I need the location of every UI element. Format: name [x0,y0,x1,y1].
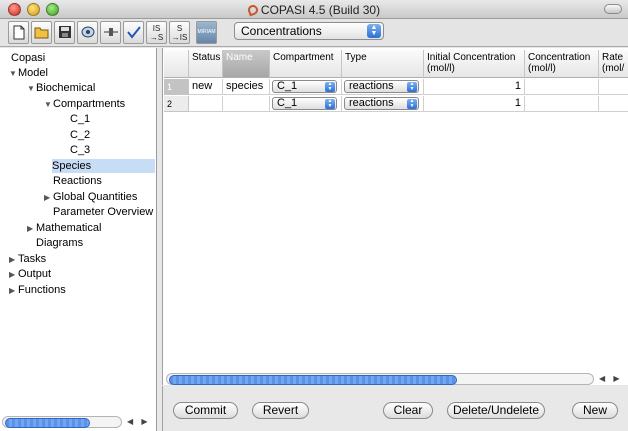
cell-compartment[interactable]: C_1 ▲ ▼ [270,96,342,112]
tree-item-parameter-overview[interactable]: Parameter Overview [53,205,153,219]
compartment-select[interactable]: C_1 ▲ ▼ [272,97,337,110]
tree-item-mathematical[interactable]: ▶ Mathematical [27,221,101,235]
row-header[interactable]: 2 [164,96,189,112]
toolbar: IS →S S →IS MIRIAM Concentrations ▲ ▼ [0,19,628,47]
type-select[interactable]: reactions ▲ ▼ [344,80,419,93]
copasi-logo-icon [246,3,260,17]
chevron-up-down-icon: ▲ ▼ [407,82,417,92]
cell-initial-concentration[interactable]: 1 [424,79,525,95]
tree-item-c2[interactable]: C_2 [70,128,90,142]
commit-button[interactable]: Commit [173,402,238,419]
model-report-button[interactable] [77,21,98,44]
s-to-is-button[interactable]: S →IS [169,21,190,44]
check-model-button[interactable] [123,21,144,44]
model-tree: Copasi ▼Model ▼Biochemical ▼Compartments… [0,48,157,431]
cell-status[interactable]: new [189,79,223,95]
column-header-type[interactable]: Type [342,50,424,78]
window-title: COPASI 4.5 (Build 30) [0,3,628,17]
open-button[interactable] [31,21,52,44]
slider-button[interactable] [100,21,121,44]
tree-item-functions[interactable]: ▶ Functions [9,283,66,297]
cell-rate[interactable] [599,96,628,112]
tree-item-species[interactable]: Species [52,159,155,173]
tree-item-biochemical[interactable]: ▼Biochemical [27,81,95,95]
scroll-track[interactable] [166,373,594,385]
save-icon [58,26,71,38]
tree-item-diagrams[interactable]: Diagrams [36,236,83,250]
s-to-is-icon: S [176,24,183,33]
new-file-button[interactable] [8,21,29,44]
column-header-name[interactable]: Name [223,50,270,78]
tree-item-reactions[interactable]: Reactions [53,174,102,188]
tree-horizontal-scrollbar[interactable]: ◀ ▶ [2,416,154,428]
cell-name[interactable] [223,96,270,112]
open-folder-icon [34,27,48,39]
button-bar: Commit Revert Clear Delete/Undelete New [162,386,628,431]
compartment-select[interactable]: C_1 ▲ ▼ [272,80,337,93]
chevron-up-down-icon: ▲ ▼ [367,24,381,38]
tree-item-tasks[interactable]: ▶ Tasks [9,252,46,266]
column-header-status[interactable]: Status [189,50,223,78]
is-to-s-icon: IS [152,24,161,33]
cell-initial-concentration[interactable]: 1 [424,96,525,112]
expand-triangle-icon[interactable]: ▼ [44,98,53,112]
model-report-icon [81,26,94,38]
toolbar-toggle-button[interactable] [604,4,622,14]
scroll-thumb[interactable] [5,418,90,428]
scroll-arrows[interactable]: ◀ ▶ [599,373,623,385]
is-to-s-button[interactable]: IS →S [146,21,167,44]
check-model-icon [126,26,141,39]
chevron-up-down-icon: ▲ ▼ [325,99,335,109]
miriam-icon: MIRIAM [197,29,216,35]
revert-button[interactable]: Revert [252,402,309,419]
row-header[interactable]: 1 [164,79,189,95]
species-table: Status Name Compartment Type Initial Con… [162,48,628,385]
cell-type[interactable]: reactions ▲ ▼ [342,79,424,95]
column-header-initial-concentration[interactable]: Initial Concentration (mol/l) [424,50,525,78]
save-button[interactable] [54,21,75,44]
new-button[interactable]: New [572,402,618,419]
table-horizontal-scrollbar[interactable]: ◀ ▶ [166,373,626,386]
cell-compartment[interactable]: C_1 ▲ ▼ [270,79,342,95]
cell-rate[interactable] [599,79,628,95]
tree-item-c1[interactable]: C_1 [70,112,90,126]
table-corner [164,50,189,78]
tree-item-output[interactable]: ▶ Output [9,267,51,281]
expand-triangle-icon[interactable]: ▶ [9,284,18,298]
expand-triangle-icon[interactable]: ▶ [44,191,53,205]
chevron-up-down-icon: ▲ ▼ [407,99,417,109]
tree-item-global-quantities[interactable]: ▶ Global Quantities [44,190,137,204]
new-file-icon [13,25,24,40]
expand-triangle-icon[interactable]: ▼ [27,82,36,96]
tree-item-compartments[interactable]: ▼Compartments [44,97,125,111]
tree-item-c3[interactable]: C_3 [70,143,90,157]
expand-triangle-icon[interactable]: ▶ [9,253,18,267]
delete-undelete-button[interactable]: Delete/Undelete [447,402,545,419]
miriam-button[interactable]: MIRIAM [196,21,217,44]
column-header-concentration[interactable]: Concentration (mol/l) [525,50,599,78]
cell-concentration[interactable] [525,79,599,95]
title-bar: COPASI 4.5 (Build 30) [0,0,628,19]
tree-item-copasi[interactable]: Copasi [2,51,45,65]
slider-icon [103,28,118,36]
type-select[interactable]: reactions ▲ ▼ [344,97,419,110]
clear-button[interactable]: Clear [383,402,433,419]
unit-select[interactable]: Concentrations ▲ ▼ [234,22,384,40]
scroll-track[interactable] [2,416,122,428]
column-header-rate[interactable]: Rate (mol/ [599,50,628,78]
scroll-thumb[interactable] [169,375,457,385]
cell-name[interactable]: species [223,79,270,95]
expand-triangle-icon[interactable]: ▼ [9,67,18,81]
expand-triangle-icon[interactable]: ▶ [9,268,18,282]
cell-type[interactable]: reactions ▲ ▼ [342,96,424,112]
cell-status[interactable] [189,96,223,112]
scroll-arrows[interactable]: ◀ ▶ [127,416,151,428]
column-header-compartment[interactable]: Compartment [270,50,342,78]
cell-concentration[interactable] [525,96,599,112]
chevron-up-down-icon: ▲ ▼ [325,82,335,92]
expand-triangle-icon[interactable]: ▶ [27,222,36,236]
tree-item-model[interactable]: ▼Model [9,66,48,80]
